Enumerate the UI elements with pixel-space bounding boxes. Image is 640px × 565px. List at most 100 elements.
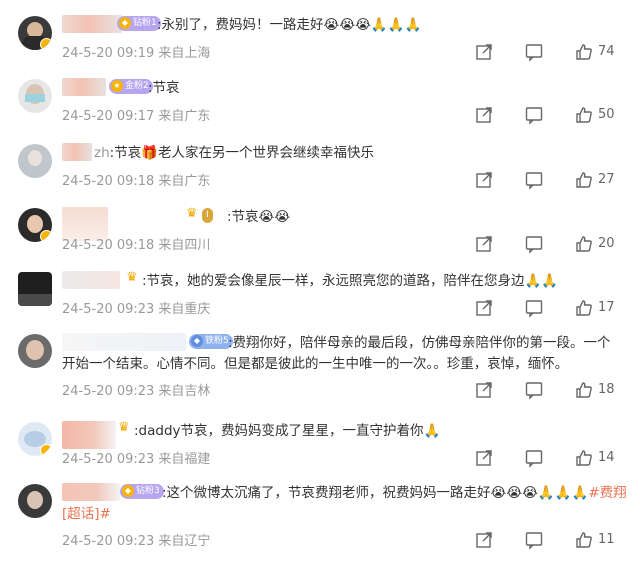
comment-icon[interactable] <box>524 380 544 400</box>
thumbs-up-icon[interactable] <box>574 448 594 468</box>
like-count: 18 <box>598 382 615 397</box>
level-badge: I <box>202 208 213 223</box>
diamond-icon: ◆ <box>119 17 131 29</box>
comment-icon[interactable] <box>524 530 544 550</box>
comment-list: ◆ 钻粉1 :永别了，费妈妈！一路走好😭😭😭🙏🙏🙏 24-5-20 09:19 来自… <box>0 0 640 565</box>
comment-item: ★ 金粉2 :节哀 24-5-20 09:17 来自广东 50 <box>0 75 640 139</box>
share-icon[interactable] <box>474 234 494 254</box>
timestamp: 24-5-20 09:23 <box>62 452 155 467</box>
comment-item: zh:节哀🎁老人家在另一个世界会继续幸福快乐 24-5-20 09:18 来自广东… <box>0 140 640 204</box>
action-bar: 18 <box>470 380 640 400</box>
verified-badge-icon <box>40 230 52 242</box>
location: 来自广东 <box>158 174 211 189</box>
comment-item: ◆ 钻粉3 :这个微博太沉痛了，节哀费翔老师，祝费妈妈一路走好😭😭😭🙏🙏🙏#费翔[… <box>0 480 640 560</box>
thumbs-up-icon[interactable] <box>574 380 594 400</box>
avatar[interactable] <box>18 272 52 306</box>
share-icon[interactable] <box>474 530 494 550</box>
username-suffix: zh <box>94 145 110 161</box>
location: 来自广东 <box>158 109 211 124</box>
action-bar: 74 <box>470 42 640 62</box>
crown-icon: ♛ <box>118 420 130 435</box>
comment-text: :节哀 <box>148 80 180 96</box>
username[interactable] <box>62 271 120 289</box>
thumbs-up-icon[interactable] <box>574 42 594 62</box>
avatar[interactable] <box>18 334 52 368</box>
action-bar: 50 <box>470 105 640 125</box>
gold-fan-icon: ★ <box>111 80 123 92</box>
timestamp: 24-5-20 09:23 <box>62 384 155 399</box>
avatar[interactable] <box>18 16 52 50</box>
crown-icon: ♛ <box>126 270 138 285</box>
thumbs-up-icon[interactable] <box>574 170 594 190</box>
comment-icon[interactable] <box>524 42 544 62</box>
share-icon[interactable] <box>474 170 494 190</box>
username[interactable] <box>62 143 92 161</box>
verified-badge-icon <box>40 38 52 50</box>
fan-badge: ★ 金粉2 <box>109 79 153 94</box>
comment-text: :费翔你好，陪伴母亲的最后段，仿佛母亲陪伴你的第一段。一个开始一个结束。心情不同… <box>62 335 611 372</box>
comment-icon[interactable] <box>524 105 544 125</box>
comment-text: :节哀，她的爱会像星辰一样，永远照亮您的道路，陪伴在您身边🙏🙏 <box>142 273 559 289</box>
share-icon[interactable] <box>474 380 494 400</box>
comment-item: ♛ :节哀，她的爱会像星辰一样，永远照亮您的道路，陪伴在您身边🙏🙏 24-5-2… <box>0 268 640 332</box>
action-bar: 11 <box>470 530 640 550</box>
action-bar: 17 <box>470 298 640 318</box>
avatar[interactable] <box>18 484 52 518</box>
location: 来自吉林 <box>158 384 211 399</box>
comment-item: ◆ 钻粉1 :永别了，费妈妈！一路走好😭😭😭🙏🙏🙏 24-5-20 09:19 来自… <box>0 12 640 76</box>
share-icon[interactable] <box>474 42 494 62</box>
timestamp: 24-5-20 09:17 <box>62 109 155 124</box>
timestamp: 24-5-20 09:23 <box>62 534 155 549</box>
like-count: 74 <box>598 44 615 59</box>
location: 来自重庆 <box>158 302 211 317</box>
share-icon[interactable] <box>474 298 494 318</box>
timestamp: 24-5-20 09:18 <box>62 238 155 253</box>
comment-meta: 24-5-20 09:17 来自广东 <box>62 105 210 124</box>
timestamp: 24-5-20 09:18 <box>62 174 155 189</box>
comment-meta: 24-5-20 09:23 来自辽宁 <box>62 530 210 549</box>
username[interactable] <box>62 15 122 33</box>
comment-item: ◆ 铁粉5 :费翔你好，陪伴母亲的最后段，仿佛母亲陪伴你的第一段。一个开始一个结束… <box>0 330 640 410</box>
comment-item: ♛ I :节哀😭😭 24-5-20 09:18 来自四川 20 <box>0 204 640 268</box>
username[interactable] <box>62 421 116 449</box>
username[interactable] <box>62 78 106 96</box>
thumbs-up-icon[interactable] <box>574 234 594 254</box>
comment-meta: 24-5-20 09:19 来自上海 <box>62 42 210 61</box>
like-count: 14 <box>598 450 615 465</box>
action-bar: 20 <box>470 234 640 254</box>
comment-icon[interactable] <box>524 448 544 468</box>
like-count: 27 <box>598 172 615 187</box>
comment-icon[interactable] <box>524 170 544 190</box>
comment-meta: 24-5-20 09:23 来自福建 <box>62 448 210 467</box>
avatar[interactable] <box>18 79 52 113</box>
like-count: 50 <box>598 107 615 122</box>
share-icon[interactable] <box>474 105 494 125</box>
like-count: 17 <box>598 300 615 315</box>
comment-text: zh:节哀🎁老人家在另一个世界会继续幸福快乐 <box>94 145 375 161</box>
thumbs-up-icon[interactable] <box>574 298 594 318</box>
timestamp: 24-5-20 09:23 <box>62 302 155 317</box>
share-icon[interactable] <box>474 448 494 468</box>
thumbs-up-icon[interactable] <box>574 530 594 550</box>
verified-badge-icon <box>40 444 52 456</box>
comment-text: :节哀😭😭 <box>227 209 291 225</box>
comment-item: ♛ :daddy节哀，费妈妈变成了星星，一直守护着你🙏 24-5-20 09:2… <box>0 418 640 482</box>
like-count: 20 <box>598 236 615 251</box>
location: 来自上海 <box>158 46 211 61</box>
timestamp: 24-5-20 09:19 <box>62 46 155 61</box>
comment-icon[interactable] <box>524 298 544 318</box>
action-bar: 27 <box>470 170 640 190</box>
like-count: 11 <box>598 532 615 547</box>
location: 来自四川 <box>158 238 211 253</box>
avatar[interactable] <box>18 144 52 178</box>
avatar[interactable] <box>18 208 52 242</box>
avatar[interactable] <box>18 422 52 456</box>
comment-meta: 24-5-20 09:23 来自重庆 <box>62 298 210 317</box>
comment-text: :daddy节哀，费妈妈变成了星星，一直守护着你🙏 <box>134 423 441 439</box>
comment-icon[interactable] <box>524 234 544 254</box>
comment-text: :这个微博太沉痛了，节哀费翔老师，祝费妈妈一路走好😭😭😭🙏🙏🙏#费翔[超话]# <box>62 485 627 522</box>
thumbs-up-icon[interactable] <box>574 105 594 125</box>
crown-icon: ♛ <box>186 206 198 221</box>
fan-badge: ◆ 钻粉1 <box>117 16 161 31</box>
comment-meta: 24-5-20 09:18 来自四川 <box>62 234 210 253</box>
